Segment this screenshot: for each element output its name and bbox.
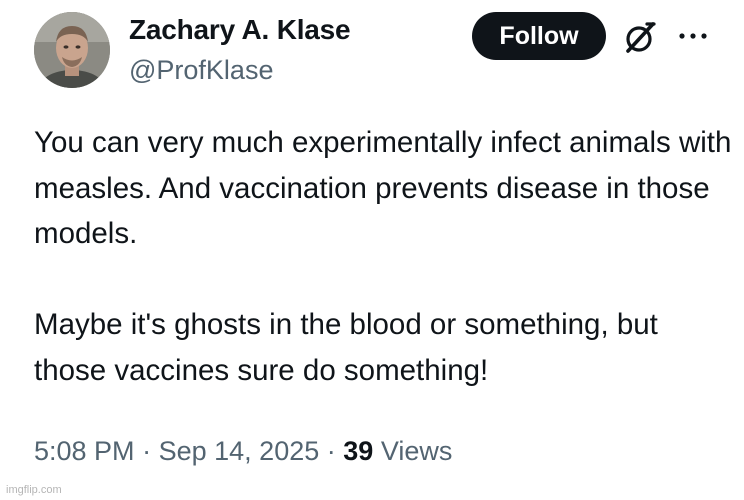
author-handle[interactable]: @ProfKlase xyxy=(129,55,273,86)
grok-icon[interactable] xyxy=(622,20,658,56)
meta-separator: · xyxy=(326,436,336,466)
tweet-paragraph: You can very much experimentally infect … xyxy=(34,126,732,250)
tweet-time[interactable]: 5:08 PM xyxy=(34,436,135,466)
views-label: Views xyxy=(380,436,453,466)
tweet-date[interactable]: Sep 14, 2025 xyxy=(159,436,320,466)
tweet-card: Zachary A. Klase @ProfKlase Follow You c… xyxy=(0,0,744,500)
views-count: 39 xyxy=(343,436,374,466)
tweet-text: You can very much experimentally infect … xyxy=(34,120,734,393)
author-avatar[interactable] xyxy=(34,12,110,88)
tweet-meta: 5:08 PM · Sep 14, 2025 · 39 Views xyxy=(34,436,452,467)
more-options-icon[interactable] xyxy=(676,26,710,46)
person-avatar-icon xyxy=(34,12,110,88)
follow-button[interactable]: Follow xyxy=(472,12,606,60)
tweet-paragraph: Maybe it's ghosts in the blood or someth… xyxy=(34,308,658,387)
meta-separator: · xyxy=(142,436,152,466)
watermark: imgflip.com xyxy=(6,484,62,496)
author-name[interactable]: Zachary A. Klase xyxy=(129,14,351,46)
